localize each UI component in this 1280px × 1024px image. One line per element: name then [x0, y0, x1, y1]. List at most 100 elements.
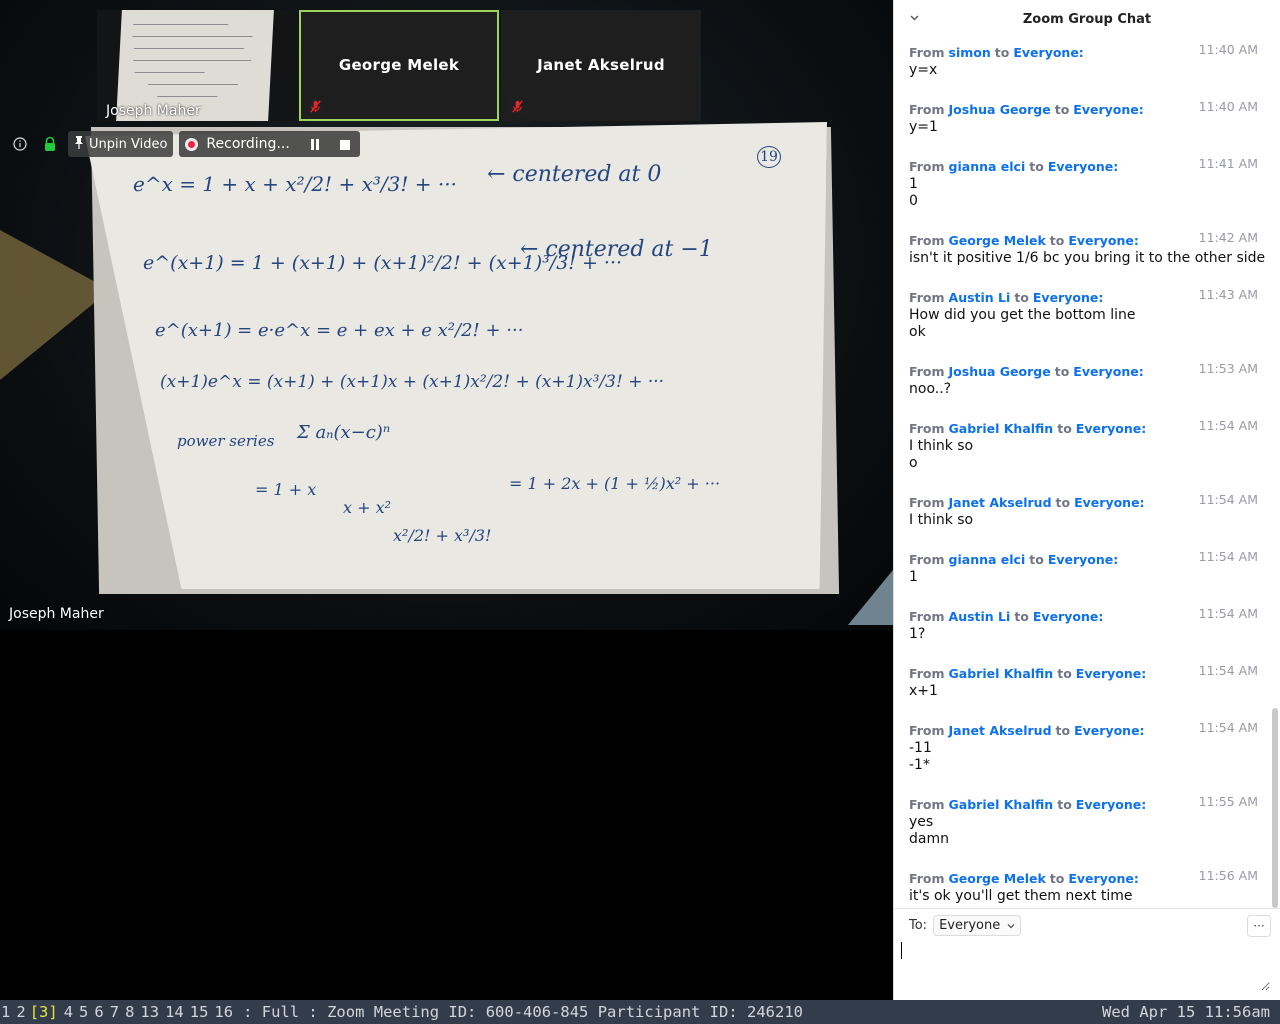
equation-note: ← centered at 0 [487, 162, 662, 187]
workspace-15[interactable]: 15 [190, 1003, 209, 1021]
chat-message: From gianna elci to Everyone: 11:41 AM 1 0 [909, 152, 1270, 226]
message-recipient[interactable]: Everyone: [1048, 159, 1118, 174]
to-word: to [1057, 666, 1072, 681]
info-icon[interactable] [8, 132, 32, 156]
workspace-8[interactable]: 8 [125, 1003, 134, 1021]
message-recipient[interactable]: Everyone: [1076, 421, 1146, 436]
workspace-13[interactable]: 13 [140, 1003, 159, 1021]
equation-line: (x+1)e^x = (x+1) + (x+1)x + (x+1)x²/2! +… [160, 372, 665, 392]
message-recipient[interactable]: Everyone: [1013, 45, 1083, 60]
recipient-value: Everyone [939, 918, 1001, 933]
message-recipient[interactable]: Everyone: [1074, 495, 1144, 510]
message-time: 11:41 AM [1198, 156, 1258, 171]
equation-note: ← centered at −1 [520, 237, 713, 262]
message-recipient[interactable]: Everyone: [1048, 552, 1118, 567]
meeting-toolbar: Unpin Video Recording... [8, 131, 360, 157]
thumbnail-janet-akselrud[interactable]: Janet Akselrud [501, 10, 701, 121]
chevron-down-icon[interactable] [910, 11, 919, 24]
workspace-4[interactable]: 4 [64, 1003, 73, 1021]
workspace-1[interactable]: 1 [1, 1003, 10, 1021]
message-text: 1? [909, 626, 926, 642]
message-recipient[interactable]: Everyone: [1074, 723, 1144, 738]
unpin-video-label: Unpin Video [89, 136, 168, 152]
workspace-14[interactable]: 14 [165, 1003, 184, 1021]
chat-message: From Janet Akselrud to Everyone: 11:54 AM I t… [909, 488, 1270, 545]
recipient-select[interactable]: Everyone [933, 915, 1022, 936]
message-sender[interactable]: George Melek [949, 871, 1046, 886]
chat-message-input[interactable] [900, 941, 1270, 991]
muted-mic-icon [508, 97, 527, 116]
message-text: noo..? [909, 381, 952, 397]
message-sender[interactable]: Janet Akselrud [949, 723, 1052, 738]
to-word: to [1029, 552, 1044, 567]
workspace-5[interactable]: 5 [79, 1003, 88, 1021]
message-sender[interactable]: gianna elci [949, 159, 1026, 174]
message-text: 1 [909, 569, 918, 585]
message-sender[interactable]: George Melek [949, 233, 1046, 248]
message-text: I think so [909, 512, 974, 528]
chat-scrollbar-thumb[interactable] [1272, 708, 1278, 908]
message-sender[interactable]: simon [949, 45, 991, 60]
background-object [848, 570, 893, 625]
equation-line: e^(x+1) = e·e^x = e + ex + e x²/2! + ··· [155, 320, 524, 341]
message-recipient[interactable]: Everyone: [1033, 609, 1103, 624]
thumbnail-george-melek[interactable]: George Melek [299, 10, 499, 121]
message-recipient[interactable]: Everyone: [1068, 233, 1138, 248]
message-sender[interactable]: Janet Akselrud [949, 495, 1052, 510]
workspace-7[interactable]: 7 [110, 1003, 119, 1021]
message-sender[interactable]: Joshua George [949, 102, 1051, 117]
message-sender[interactable]: Austin Li [949, 290, 1011, 305]
to-word: to [1029, 159, 1044, 174]
more-icon: ··· [1253, 919, 1265, 933]
message-sender[interactable]: gianna elci [949, 552, 1026, 567]
page-number: 19 [757, 146, 781, 168]
message-text: yes damn [909, 814, 949, 847]
message-sender[interactable]: Austin Li [949, 609, 1011, 624]
message-list[interactable]: From simon to Everyone: 11:40 AM y=x From Joshu… [894, 38, 1270, 908]
to-word: to [994, 45, 1010, 60]
message-time: 11:55 AM [1198, 794, 1258, 809]
chat-message: From Joshua George to Everyone: 11:40 AM y=1 [909, 95, 1270, 152]
chat-message: From Gabriel Khalfin to Everyone: 11:54 AM x+… [909, 659, 1270, 716]
stop-recording-button[interactable] [330, 131, 360, 157]
workspace-16[interactable]: 16 [214, 1003, 233, 1021]
from-word: From [909, 797, 945, 812]
chat-message: From Joshua George to Everyone: 11:53 AM noo.… [909, 357, 1270, 414]
from-word: From [909, 45, 945, 60]
message-recipient[interactable]: Everyone: [1033, 290, 1103, 305]
to-word: to [1049, 233, 1065, 248]
workspace-6[interactable]: 6 [94, 1003, 103, 1021]
message-sender[interactable]: Gabriel Khalfin [949, 666, 1054, 681]
message-time: 11:54 AM [1198, 663, 1258, 678]
workspace-2[interactable]: 2 [16, 1003, 25, 1021]
to-word: to [1057, 797, 1072, 812]
message-time: 11:54 AM [1198, 720, 1258, 735]
pause-recording-button[interactable] [300, 131, 330, 157]
thumbnail-name: Joseph Maher [106, 103, 201, 119]
encryption-lock-icon[interactable] [38, 132, 62, 156]
message-sender[interactable]: Gabriel Khalfin [949, 421, 1054, 436]
chat-message: From simon to Everyone: 11:40 AM y=x [909, 38, 1270, 95]
message-time: 11:42 AM [1198, 230, 1258, 245]
message-recipient[interactable]: Everyone: [1068, 871, 1138, 886]
to-word: to [1014, 290, 1029, 305]
message-time: 11:56 AM [1198, 868, 1258, 883]
to-word: to [1054, 364, 1070, 379]
message-sender[interactable]: Joshua George [949, 364, 1051, 379]
message-sender[interactable]: Gabriel Khalfin [949, 797, 1054, 812]
message-recipient[interactable]: Everyone: [1073, 102, 1143, 117]
from-word: From [909, 871, 945, 886]
equation-line: = 1 + 2x + (1 + ½)x² + ··· [509, 474, 721, 493]
to-word: to [1054, 102, 1070, 117]
message-recipient[interactable]: Everyone: [1076, 666, 1146, 681]
message-recipient[interactable]: Everyone: [1073, 364, 1143, 379]
equation-line: = 1 + x [255, 480, 317, 499]
equation-label: power series [177, 432, 275, 450]
from-word: From [909, 723, 945, 738]
more-options-button[interactable]: ··· [1247, 915, 1271, 937]
unpin-video-button[interactable]: Unpin Video [68, 131, 174, 157]
clock: Wed Apr 15 11:56am [1102, 1003, 1270, 1021]
message-recipient[interactable]: Everyone: [1076, 797, 1146, 812]
thumbnail-joseph-maher[interactable]: Joseph Maher [97, 10, 297, 121]
workspace-3[interactable]: [3] [30, 1003, 58, 1021]
